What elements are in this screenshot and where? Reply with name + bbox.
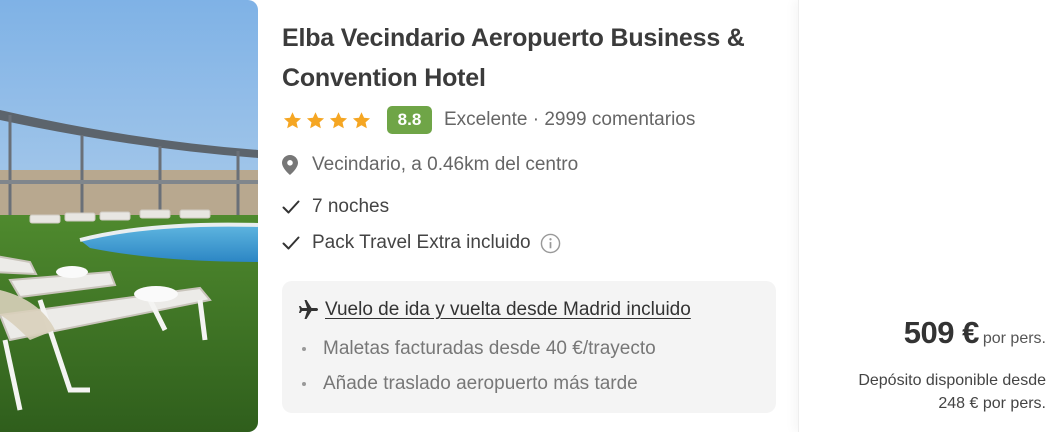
nights-row: 7 noches (282, 196, 389, 218)
hotel-info: Elba Vecindario Aeropuerto Business & Co… (282, 0, 778, 432)
pack-row: Pack Travel Extra incluido (282, 232, 561, 254)
star-rating (282, 110, 372, 131)
hotel-name[interactable]: Elba Vecindario Aeropuerto Business & Co… (282, 18, 782, 98)
plane-icon (299, 300, 318, 319)
score-badge: 8.8 (387, 106, 432, 134)
deposit-info: Depósito disponible desde 248 € por pers… (816, 369, 1046, 415)
star-icon (352, 111, 371, 128)
price-per-person: por pers. (982, 330, 1046, 347)
deposit-line-1: Depósito disponible desde (858, 372, 1046, 389)
flight-link[interactable]: Vuelo de ida y vuelta desde Madrid inclu… (325, 299, 691, 321)
location-text: Vecindario, a 0.46km del centro (312, 154, 579, 175)
location-row[interactable]: Vecindario, a 0.46km del centro (282, 154, 578, 176)
hotel-result-card[interactable]: Elba Vecindario Aeropuerto Business & Co… (0, 0, 1064, 432)
flight-info-box: Vuelo de ida y vuelta desde Madrid inclu… (282, 281, 776, 413)
price-line: 509 € por pers. (904, 315, 1046, 351)
pack-text: Pack Travel Extra incluido (312, 232, 531, 253)
list-item: Maletas facturadas desde 40 €/trayecto (302, 338, 656, 360)
price-panel[interactable]: 509 € por pers. Depósito disponible desd… (798, 0, 1064, 432)
nights-text: 7 noches (312, 196, 390, 217)
star-icon (306, 111, 325, 128)
rating-row: 8.8 Excelente · 2999 comentarios (282, 105, 695, 135)
hotel-photo[interactable] (0, 0, 258, 432)
reviews-summary[interactable]: Excelente · 2999 comentarios (444, 109, 695, 131)
price-amount: 509 € (903, 315, 980, 350)
hotel-photo-image (0, 0, 258, 432)
star-icon (329, 111, 348, 128)
bullet-text: Maletas facturadas desde 40 €/trayecto (323, 338, 656, 359)
list-item: Añade traslado aeropuerto más tarde (302, 373, 638, 395)
location-pin-icon (282, 154, 304, 176)
star-icon (283, 111, 302, 128)
check-icon (282, 232, 304, 254)
bullet-dot (302, 347, 306, 351)
flight-title-row[interactable]: Vuelo de ida y vuelta desde Madrid inclu… (296, 298, 691, 322)
bullet-text: Añade traslado aeropuerto más tarde (323, 373, 638, 394)
check-icon (282, 196, 304, 218)
bullet-dot (302, 382, 306, 386)
info-icon[interactable] (540, 233, 561, 254)
deposit-line-2: 248 € por pers. (938, 395, 1046, 412)
